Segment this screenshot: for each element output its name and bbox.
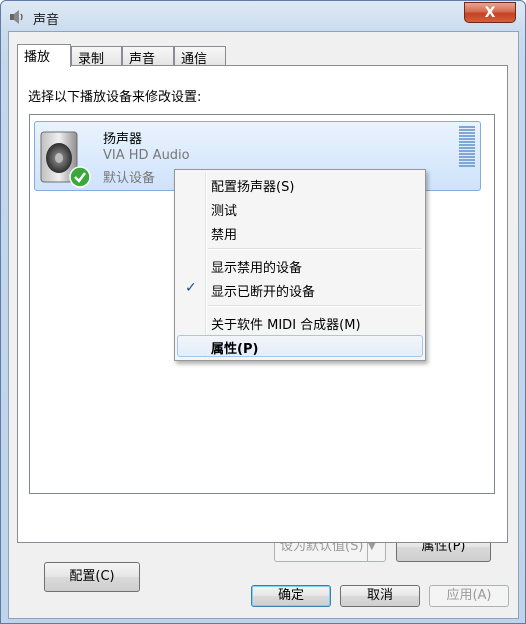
menu-item-label: 显示已断开的设备 [211, 285, 316, 300]
instruction-text: 选择以下播放设备来修改设置: [28, 90, 202, 105]
menu-separator [208, 248, 422, 250]
ok-button[interactable]: 确定 [251, 585, 331, 607]
cancel-button[interactable]: 取消 [340, 585, 420, 607]
menu-separator [208, 305, 422, 307]
device-driver: VIA HD Audio [103, 148, 190, 163]
context-menu: 配置扬声器(S) 测试 禁用 显示禁用的设备 ✓ 显示已断开的设备 关于软件 M… [174, 169, 426, 361]
title-bar[interactable]: 声音 X [1, 1, 525, 31]
close-icon: X [484, 4, 496, 21]
close-button[interactable]: X [464, 2, 516, 23]
menu-item-properties[interactable]: 属性(P) [177, 335, 423, 357]
device-status: 默认设备 [103, 171, 156, 186]
menu-item-disable[interactable]: 禁用 [177, 221, 423, 243]
apply-button: 应用(A) [429, 585, 509, 607]
checkmark-icon: ✓ [185, 280, 197, 296]
check-badge-icon [69, 166, 91, 188]
sound-app-icon [10, 10, 23, 24]
device-name: 扬声器 [103, 132, 143, 147]
configure-button[interactable]: 配置(C) [44, 562, 140, 592]
menu-item-about-midi[interactable]: 关于软件 MIDI 合成器(M) [177, 311, 423, 333]
tab-recording[interactable]: 录制 [71, 46, 122, 67]
volume-level-meter [459, 126, 475, 170]
tab-sounds[interactable]: 声音 [122, 46, 174, 67]
sound-dialog-window: 声音 X 播放 录制 声音 通信 选择以下播放设备来修改设置: 扬声器 VIA … [0, 0, 526, 624]
window-title: 声音 [33, 13, 60, 28]
menu-item-test[interactable]: 测试 [177, 197, 423, 219]
menu-item-show-disabled[interactable]: 显示禁用的设备 [177, 254, 423, 276]
tab-playback[interactable]: 播放 [17, 44, 71, 67]
tab-communications[interactable]: 通信 [174, 46, 226, 67]
menu-item-configure-speakers[interactable]: 配置扬声器(S) [177, 173, 423, 195]
menu-item-show-disconnected[interactable]: ✓ 显示已断开的设备 [177, 278, 423, 300]
